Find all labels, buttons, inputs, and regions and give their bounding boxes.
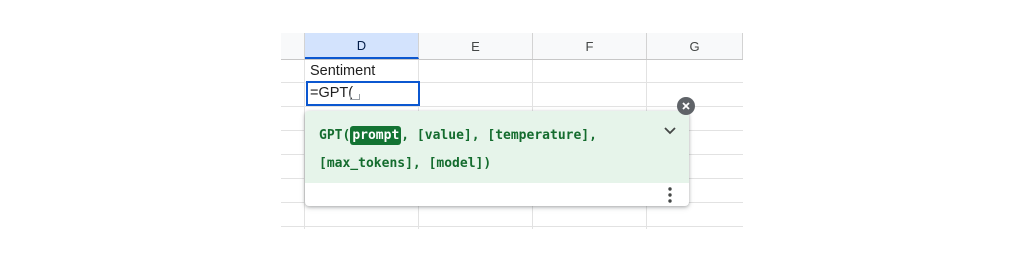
formula-help-popup: GPT(prompt, [value], [temperature], [max… [305,111,689,206]
column-header-d[interactable]: D [305,33,419,59]
close-icon[interactable] [677,97,695,115]
signature-line2: [max_tokens], [model]) [319,156,492,171]
column-header-e[interactable]: E [419,33,533,59]
column-header-f[interactable]: F [533,33,647,59]
column-header-g[interactable]: G [647,33,743,59]
cell-d1[interactable]: Sentiment [310,61,375,81]
column-headers: D E F G [281,33,743,60]
function-signature: GPT(prompt, [value], [temperature], [max… [319,122,639,178]
formula-input[interactable]: =GPT( [310,83,353,103]
more-vert-icon[interactable] [666,185,674,205]
active-parameter: prompt [350,126,402,145]
row-header-corner[interactable] [281,33,305,59]
formula-signature-panel[interactable]: GPT(prompt, [value], [temperature], [max… [305,111,689,183]
signature-rest-line1: , [value], [temperature], [401,128,597,143]
chevron-down-icon[interactable] [662,123,678,139]
function-name: GPT( [319,128,351,143]
space-caret-icon [350,94,360,100]
